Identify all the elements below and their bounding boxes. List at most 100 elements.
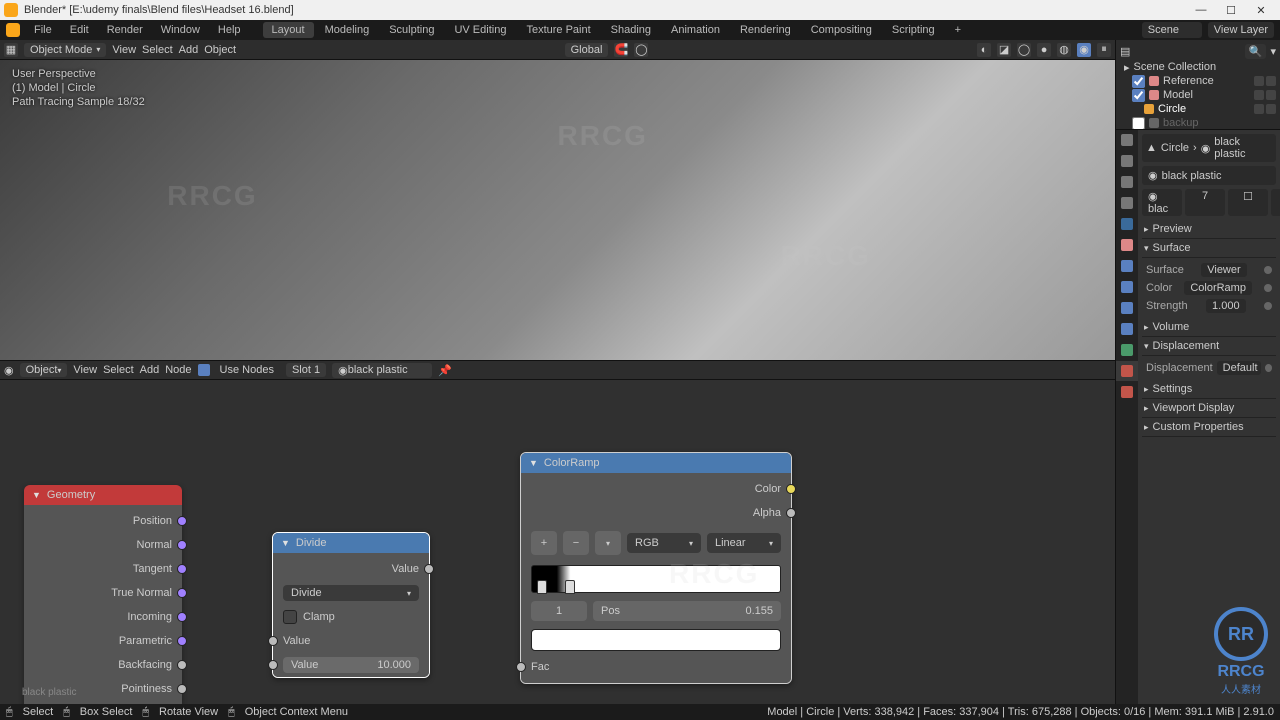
pause-render-icon[interactable]: ⏸ [1097,43,1111,57]
value-field[interactable]: Value10.000 [283,657,419,673]
panel-custom-props[interactable]: ▸Custom Properties [1142,418,1276,437]
prop-tab-object[interactable] [1116,235,1138,255]
outliner-item[interactable]: Reference [1163,75,1214,87]
use-nodes-checkbox[interactable] [198,364,210,376]
node-geometry[interactable]: ▼Geometry Position Normal Tangent True N… [24,485,182,704]
outliner-checkbox[interactable] [1132,75,1145,88]
prop-tab-texture[interactable] [1116,382,1138,402]
scene-field[interactable]: Scene [1142,22,1202,38]
socket-out[interactable] [177,636,187,646]
ramp-interp-dropdown[interactable]: Linear▾ [707,533,781,553]
prop-tab-render[interactable] [1116,130,1138,150]
panel-settings[interactable]: ▸Settings [1142,380,1276,399]
ramp-remove-button[interactable]: − [563,531,589,555]
menu-file[interactable]: File [26,22,60,38]
ne-menu-select[interactable]: Select [103,364,134,376]
socket-out[interactable] [177,660,187,670]
collapse-icon[interactable]: ▼ [529,458,538,468]
math-operation-dropdown[interactable]: Divide▾ [283,585,419,601]
tab-scripting[interactable]: Scripting [883,22,944,38]
vp-menu-select[interactable]: Select [142,44,173,56]
shade-matprev-icon[interactable]: ◍ [1057,43,1071,57]
crumb-material[interactable]: black plastic [1214,136,1272,160]
socket-in[interactable] [268,660,278,670]
socket-out[interactable] [177,540,187,550]
tab-shading[interactable]: Shading [602,22,660,38]
prop-tab-constraints[interactable] [1116,319,1138,339]
socket-out-color[interactable] [786,484,796,494]
ramp-handle-1[interactable] [565,580,575,594]
tab-uv-editing[interactable]: UV Editing [445,22,515,38]
panel-volume[interactable]: ▸Volume [1142,318,1276,337]
socket-in[interactable] [268,636,278,646]
outliner-item[interactable]: Model [1163,89,1193,101]
strength-field[interactable]: 1.000 [1206,299,1246,313]
socket-out[interactable] [177,684,187,694]
orientation-dropdown[interactable]: Global [565,43,609,57]
prop-tab-viewlayer[interactable] [1116,172,1138,192]
shade-wire-icon[interactable]: ◯ [1017,43,1031,57]
socket-dot[interactable] [1264,284,1272,292]
socket-out[interactable] [424,564,434,574]
prop-tab-material[interactable] [1116,361,1138,381]
ramp-handle-0[interactable] [537,580,547,594]
socket-in-fac[interactable] [516,662,526,672]
ne-menu-node[interactable]: Node [165,364,191,376]
proportional-icon[interactable]: ◯ [634,43,648,57]
panel-viewport-display[interactable]: ▸Viewport Display [1142,399,1276,418]
prop-tab-world[interactable] [1116,214,1138,234]
prop-tab-output[interactable] [1116,151,1138,171]
slot-dropdown[interactable]: Slot 1 [286,363,326,377]
camera-icon[interactable] [1266,76,1276,86]
collapse-icon[interactable]: ▼ [281,538,290,548]
outliner-root[interactable]: Scene Collection [1134,61,1217,73]
mat-new-icon[interactable]: ☐ [1228,189,1268,216]
ne-menu-add[interactable]: Add [140,364,160,376]
surface-type[interactable]: Viewer [1201,263,1246,277]
socket-dot[interactable] [1264,266,1272,274]
socket-out[interactable] [177,564,187,574]
node-colorramp[interactable]: ▼ColorRamp Color Alpha + − ▾ RGB▾ Linear… [520,452,792,684]
outliner-item[interactable]: Circle [1158,103,1186,115]
stop-color-swatch[interactable] [531,629,781,651]
shade-rendered-icon[interactable]: ◉ [1077,43,1091,57]
close-button[interactable]: ✕ [1246,1,1276,19]
socket-out[interactable] [177,516,187,526]
menu-render[interactable]: Render [99,22,151,38]
socket-dot[interactable] [1265,364,1272,372]
vp-menu-view[interactable]: View [112,44,136,56]
overlays-icon[interactable]: ◐ [977,43,991,57]
panel-preview[interactable]: ▸Preview [1142,220,1276,239]
stop-position-field[interactable]: Pos0.155 [593,601,781,621]
panel-displacement[interactable]: ▾Displacement [1142,337,1276,356]
tab-layout[interactable]: Layout [263,22,314,38]
filter-menu-icon[interactable]: ▾ [1270,45,1276,58]
minimize-button[interactable]: — [1186,1,1216,19]
tab-animation[interactable]: Animation [662,22,729,38]
prop-tab-physics[interactable] [1116,298,1138,318]
material-name-field[interactable]: ◉ blac [1142,189,1182,216]
tab-compositing[interactable]: Compositing [802,22,881,38]
menu-window[interactable]: Window [153,22,208,38]
search-icon[interactable]: 🔍 [1245,44,1267,59]
material-field[interactable]: ◉ black plastic [332,363,432,378]
prop-tab-modifiers[interactable] [1116,256,1138,276]
socket-dot[interactable] [1264,302,1272,310]
vp-menu-add[interactable]: Add [179,44,199,56]
outliner-checkbox[interactable] [1132,89,1145,102]
material-slot[interactable]: ◉ black plastic [1142,166,1276,185]
menu-help[interactable]: Help [210,22,249,38]
camera-icon[interactable] [1266,104,1276,114]
stop-index-field[interactable]: 1 [531,601,587,621]
shade-solid-icon[interactable]: ● [1037,43,1051,57]
xray-icon[interactable]: ◪ [997,43,1011,57]
workspace-add[interactable]: + [946,22,970,38]
node-editor-canvas[interactable]: ▼Geometry Position Normal Tangent True N… [0,380,1115,704]
node-math-divide[interactable]: ▼Divide Value Divide▾ Clamp Value Value1… [272,532,430,678]
collapse-icon[interactable]: ▼ [32,490,41,500]
prop-tab-particles[interactable] [1116,277,1138,297]
tab-modeling[interactable]: Modeling [316,22,379,38]
mat-unlink-icon[interactable]: ✕ [1271,189,1280,216]
shader-type-dropdown[interactable]: Object ▾ [20,363,68,377]
socket-out[interactable] [177,612,187,622]
